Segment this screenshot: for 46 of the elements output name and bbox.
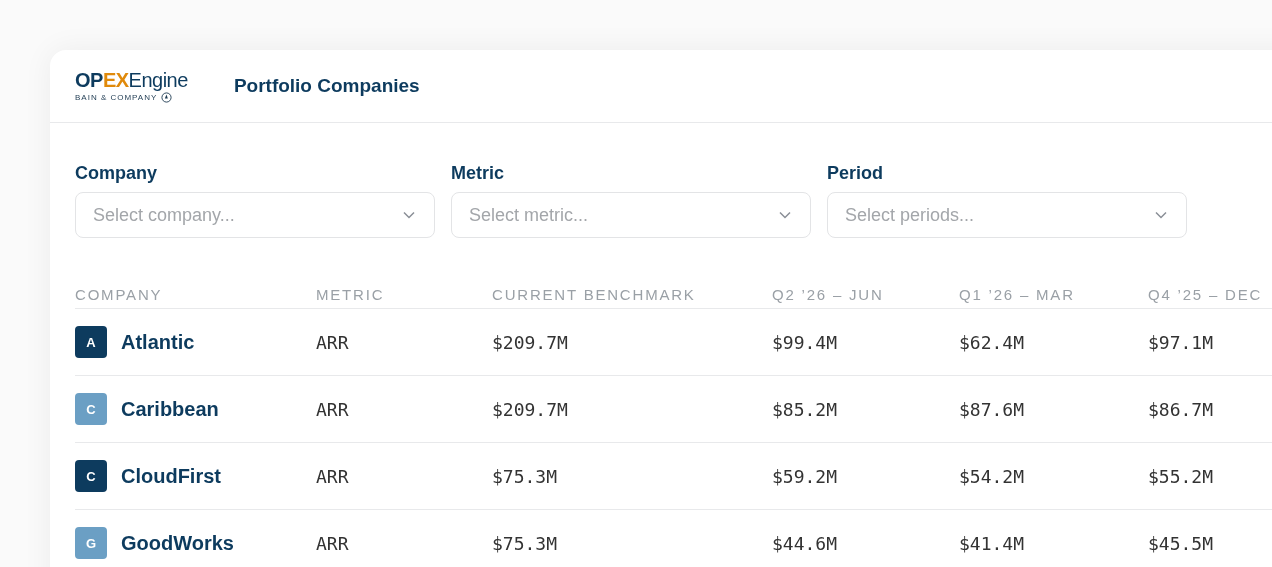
logo-byline: BAIN & COMPANY bbox=[75, 93, 158, 102]
company-name: Caribbean bbox=[121, 397, 219, 421]
table-cell: $41.4M bbox=[959, 532, 1025, 554]
table-cell: ARR bbox=[316, 465, 349, 487]
table-cell: ARR bbox=[316, 331, 349, 353]
company-avatar: C bbox=[75, 460, 107, 492]
column-header: Q1 ’26 – MAR bbox=[959, 286, 1075, 303]
table-cell: ARR bbox=[316, 398, 349, 420]
table-cell: $209.7M bbox=[492, 398, 568, 420]
company-name: GoodWorks bbox=[121, 531, 234, 555]
column-header: COMPANY bbox=[75, 286, 163, 303]
chevron-down-icon bbox=[403, 211, 415, 219]
column-header: METRIC bbox=[316, 286, 385, 303]
table-cell: $209.7M bbox=[492, 331, 568, 353]
company-name: CloudFirst bbox=[121, 464, 221, 488]
table-cell: $75.3M bbox=[492, 465, 558, 487]
company-name: Atlantic bbox=[121, 330, 195, 354]
table-cell: $55.2M bbox=[1148, 465, 1214, 487]
company-avatar: G bbox=[75, 527, 107, 559]
table-cell: $54.2M bbox=[959, 465, 1025, 487]
table-cell: $59.2M bbox=[772, 465, 838, 487]
logo-wordmark: OPEXEngine bbox=[75, 69, 188, 91]
table-cell: $87.6M bbox=[959, 398, 1025, 420]
table-cell: $86.7M bbox=[1148, 398, 1214, 420]
company-avatar: C bbox=[75, 393, 107, 425]
table-cell: $75.3M bbox=[492, 532, 558, 554]
column-header: Q4 ’25 – DEC bbox=[1148, 286, 1263, 303]
company-avatar: A bbox=[75, 326, 107, 358]
select-dropdown[interactable]: Select metric... bbox=[451, 192, 811, 238]
table-cell: $99.4M bbox=[772, 331, 838, 353]
table-cell: $85.2M bbox=[772, 398, 838, 420]
select-dropdown[interactable]: Select company... bbox=[75, 192, 435, 238]
select-dropdown[interactable]: Select periods... bbox=[827, 192, 1187, 238]
table-cell: ARR bbox=[316, 532, 349, 554]
table-cell: $45.5M bbox=[1148, 532, 1214, 554]
table-cell: $62.4M bbox=[959, 331, 1025, 353]
table-cell: $97.1M bbox=[1148, 331, 1214, 353]
chevron-down-icon bbox=[779, 211, 791, 219]
filter-label: Company bbox=[75, 163, 158, 184]
filter-label: Period bbox=[827, 163, 884, 184]
chevron-down-icon bbox=[1155, 211, 1167, 219]
filter-label: Metric bbox=[451, 163, 505, 184]
column-header: CURRENT BENCHMARK bbox=[492, 286, 696, 303]
page-title: Portfolio Companies bbox=[233, 75, 420, 97]
column-header: Q2 ’26 – JUN bbox=[772, 286, 884, 303]
table-cell: $44.6M bbox=[772, 532, 838, 554]
